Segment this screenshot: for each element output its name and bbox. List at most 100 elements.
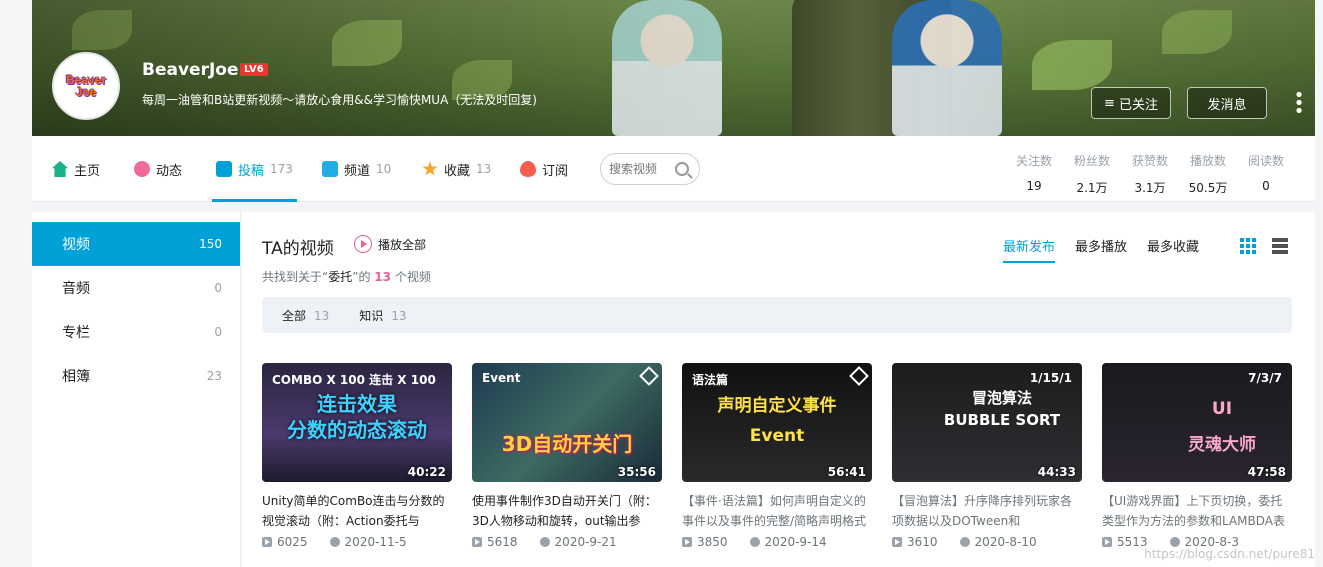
summary-mid: ”的 (352, 270, 371, 284)
tab-subscribe[interactable]: 订阅 (520, 136, 568, 202)
video-title[interactable]: 【UI游戏界面】上下页切换，委托类型作为方法的参数和LAMBDA表 (1102, 491, 1292, 531)
filter-knowledge[interactable]: 知识 13 (359, 307, 406, 324)
user-name[interactable]: BeaverJoe (142, 60, 239, 80)
stat-value: 3.1万 (1134, 181, 1166, 195)
stat-value: 0 (1262, 179, 1270, 193)
sidebar-item-count: 23 (206, 369, 222, 383)
thumbnail-text: 3D自动开关门 (501, 432, 633, 456)
video-title[interactable]: 【事件·语法篇】如何声明自定义的事件以及事件的完整/简略声明格式 (682, 491, 872, 531)
tab-upload-count: 173 (270, 162, 293, 176)
stat-label: 粉丝数 (1073, 154, 1110, 168)
sidebar-item-article[interactable]: 专栏 0 (32, 310, 240, 354)
video-list: COMBO X 100 连击 X 100 连击效果 分数的动态滚动 40:22 … (262, 363, 1292, 549)
play-count-icon (472, 537, 482, 547)
thumbnail-text: 冒泡算法 BUBBLE SORT (943, 389, 1061, 429)
clock-icon (959, 537, 970, 547)
sort-latest[interactable]: 最新发布 (1003, 236, 1056, 263)
video-duration: 56:41 (827, 465, 866, 479)
stat-value: 50.5万 (1188, 181, 1228, 195)
clock-icon (329, 537, 340, 547)
video-date: 2020-8-10 (974, 535, 1037, 549)
sidebar-item-label: 视频 (62, 237, 90, 253)
video-views: 5618 (487, 535, 518, 549)
search-icon[interactable] (675, 162, 689, 176)
tab-subscribe-label: 订阅 (542, 163, 569, 179)
sort-tabs: 最新发布 最多播放 最多收藏 (1003, 236, 1199, 263)
video-thumbnail[interactable]: 1/15/1 冒泡算法 BUBBLE SORT 44:33 (892, 363, 1082, 482)
tab-upload-label: 投稿 (238, 163, 265, 179)
play-count-icon (262, 537, 272, 547)
stat-value: 2.1万 (1076, 181, 1108, 195)
video-panel: TA的视频 播放全部 共找到关于“委托”的 13 个视频 最新发布 最多播放 最… (242, 212, 1315, 567)
video-thumbnail[interactable]: 7/3/7 UI 灵魂大师 47:58 (1102, 363, 1292, 482)
watermark: https://blog.csdn.net/pure81 (1144, 547, 1315, 561)
filter-count: 13 (314, 308, 330, 323)
video-date: 2020-9-21 (554, 535, 617, 549)
sidebar-item-count: 0 (214, 325, 222, 339)
tab-upload[interactable]: 投稿 173 (212, 136, 297, 202)
video-title[interactable]: Unity简单的ComBo连击与分数的视觉滚动（附：Action委托与 (262, 491, 452, 531)
search-box[interactable] (600, 153, 700, 185)
tab-channel[interactable]: 频道 10 (322, 136, 391, 202)
sort-most-played[interactable]: 最多播放 (1075, 236, 1127, 263)
video-views: 3610 (907, 535, 938, 549)
video-date: 2020-11-5 (344, 535, 407, 549)
list-view-icon[interactable] (1272, 238, 1288, 254)
follow-button[interactable]: ≡ 已关注 (1091, 87, 1171, 119)
sidebar-item-label: 音频 (62, 281, 90, 297)
filter-label: 知识 (359, 308, 384, 323)
thumbnail-caption: COMBO X 100 连击 X 100 (272, 373, 436, 387)
filter-count: 13 (391, 308, 407, 323)
stat-following[interactable]: 关注数 19 (1009, 152, 1059, 193)
tab-channel-count: 10 (376, 162, 392, 176)
video-card[interactable]: Event 3D自动开关门 35:56 使用事件制作3D自动开关门（附：3D人物… (472, 363, 662, 549)
avatar[interactable]: Beaver Joe (52, 52, 120, 120)
user-sign: 每周一油管和B站更新视频～请放心食用&&学习愉快MUA（无法及时回复) (142, 93, 537, 107)
stat-label: 获赞数 (1131, 154, 1168, 168)
stat-label: 阅读数 (1247, 154, 1284, 168)
grid-view-icon[interactable] (1240, 238, 1256, 254)
video-title[interactable]: 使用事件制作3D自动开关门（附：3D人物移动和旋转，out输出参 (472, 491, 662, 531)
video-meta: 5618 2020-9-21 (472, 535, 662, 549)
video-card[interactable]: 语法篇 声明自定义事件 Event 56:41 【事件·语法篇】如何声明自定义的… (682, 363, 872, 549)
sidebar-item-audio[interactable]: 音频 0 (32, 266, 240, 310)
play-all-button[interactable]: 播放全部 (354, 235, 426, 253)
stat-value: 19 (1026, 179, 1042, 193)
tab-dynamic[interactable]: 动态 (134, 136, 182, 202)
thumbnail-caption: 语法篇 (692, 373, 729, 387)
video-meta: 6025 2020-11-5 (262, 535, 452, 549)
tab-home[interactable]: 主页 (52, 136, 100, 202)
star-icon (422, 161, 438, 176)
follow-button-label: 已关注 (1118, 97, 1158, 113)
page-title: TA的视频 (262, 239, 334, 259)
video-duration: 47:58 (1247, 465, 1286, 479)
message-button[interactable]: 发消息 (1187, 87, 1267, 119)
play-circle-icon (354, 235, 372, 253)
video-thumbnail[interactable]: Event 3D自动开关门 35:56 (472, 363, 662, 482)
filter-all[interactable]: 全部 13 (282, 307, 329, 324)
search-result-summary: 共找到关于“委托”的 13 个视频 (262, 268, 431, 285)
video-title[interactable]: 【冒泡算法】升序降序排列玩家各项数据以及DOTween和 (892, 491, 1082, 531)
sidebar-item-album[interactable]: 相簿 23 (32, 354, 240, 398)
play-count-icon (1102, 537, 1112, 547)
thumbnail-text: UI 灵魂大师 (1188, 399, 1256, 455)
sidebar-item-video[interactable]: 视频 150 (32, 222, 240, 266)
more-options-icon[interactable]: • • • (1291, 87, 1307, 121)
video-thumbnail[interactable]: 语法篇 声明自定义事件 Event 56:41 (682, 363, 872, 482)
thumbnail-caption: Event (482, 371, 521, 385)
tab-home-label: 主页 (74, 163, 101, 179)
sidebar-item-label: 专栏 (62, 325, 90, 341)
upload-icon (216, 161, 232, 177)
video-card[interactable]: 1/15/1 冒泡算法 BUBBLE SORT 44:33 【冒泡算法】升序降序… (892, 363, 1082, 549)
stat-fans[interactable]: 粉丝数 2.1万 (1067, 152, 1117, 196)
tab-favorite-count: 13 (476, 162, 492, 176)
search-input[interactable] (609, 162, 669, 176)
video-card[interactable]: 7/3/7 UI 灵魂大师 47:58 【UI游戏界面】上下页切换，委托类型作为… (1102, 363, 1292, 549)
video-duration: 40:22 (407, 465, 446, 479)
sort-most-favorited[interactable]: 最多收藏 (1147, 236, 1199, 263)
tab-favorite[interactable]: 收藏 13 (422, 136, 491, 202)
video-card[interactable]: COMBO X 100 连击 X 100 连击效果 分数的动态滚动 40:22 … (262, 363, 452, 549)
view-mode-switch (1240, 238, 1288, 254)
video-thumbnail[interactable]: COMBO X 100 连击 X 100 连击效果 分数的动态滚动 40:22 (262, 363, 452, 482)
play-count-icon (892, 537, 902, 547)
